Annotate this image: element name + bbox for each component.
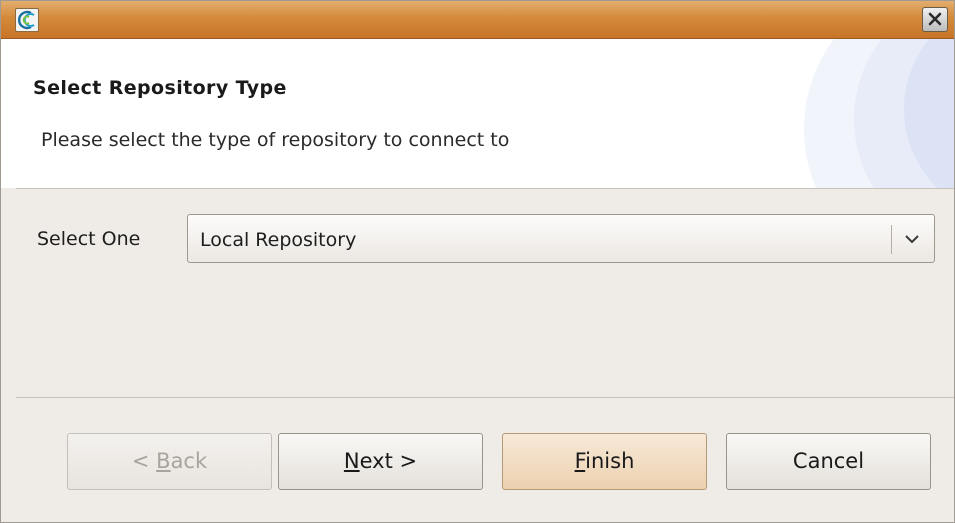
next-button[interactable]: Next > bbox=[278, 433, 483, 490]
back-button[interactable]: < Back bbox=[67, 433, 272, 490]
finish-button-label: inish bbox=[585, 449, 635, 473]
repository-type-dropdown[interactable]: Local Repository bbox=[187, 214, 935, 263]
close-icon bbox=[928, 12, 942, 26]
title-bar[interactable] bbox=[1, 1, 954, 39]
chevron-down-icon[interactable] bbox=[902, 229, 922, 249]
close-button[interactable] bbox=[922, 7, 948, 32]
cancel-button[interactable]: Cancel bbox=[726, 433, 931, 490]
dropdown-divider bbox=[891, 225, 892, 254]
back-button-prefix: < bbox=[131, 449, 157, 473]
header-divider bbox=[16, 188, 954, 189]
cancel-button-label: Cancel bbox=[792, 449, 865, 473]
wizard-header bbox=[1, 39, 954, 188]
finish-button-mnemonic: F bbox=[574, 449, 586, 473]
page-description: Please select the type of repository to … bbox=[41, 129, 510, 151]
select-one-label: Select One bbox=[37, 228, 141, 250]
finish-button[interactable]: Finish bbox=[502, 433, 707, 490]
footer-divider bbox=[16, 397, 954, 398]
back-button-mnemonic: B bbox=[156, 449, 171, 473]
header-banner-graphic bbox=[804, 39, 954, 188]
next-button-label: ext > bbox=[359, 449, 418, 473]
app-icon bbox=[15, 8, 39, 32]
back-button-label: ack bbox=[170, 449, 208, 473]
page-title: Select Repository Type bbox=[33, 77, 287, 99]
wizard-dialog: Select Repository Type Please select the… bbox=[0, 0, 955, 523]
repository-type-value: Local Repository bbox=[200, 229, 357, 251]
next-button-mnemonic: N bbox=[343, 449, 360, 473]
